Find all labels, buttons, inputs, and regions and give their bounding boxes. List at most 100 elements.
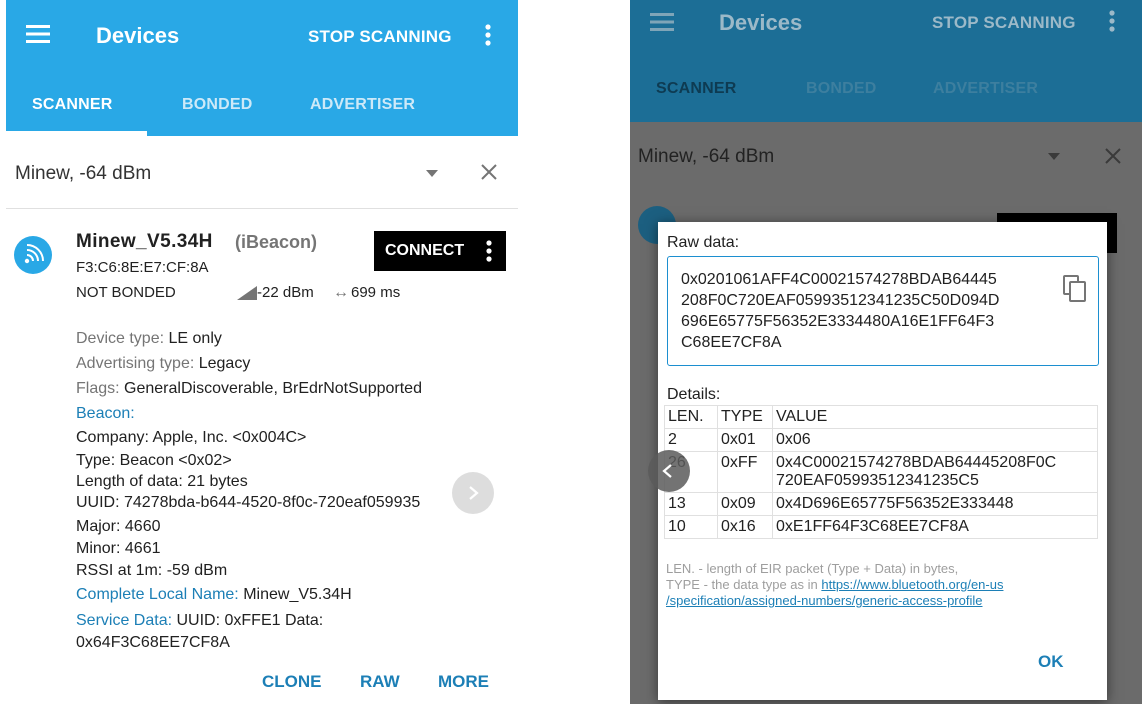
- advertising-interval: 699 ms: [351, 284, 401, 301]
- value: GeneralDiscoverable, BrEdrNotSupported: [124, 380, 422, 397]
- spec-link-continued[interactable]: /specification/assigned-numbers/generic-…: [666, 593, 982, 608]
- app-bar: Devices STOP SCANNING SCANNER BONDED ADV…: [630, 0, 1142, 136]
- label: Advertising type:: [76, 355, 195, 372]
- device-address: F3:C6:8E:E7:CF:8A: [76, 259, 209, 276]
- raw-data-text: 0x0201061AFF4C00021574278BDAB64445 208F0…: [681, 269, 999, 353]
- label: Flags:: [76, 380, 120, 397]
- company-row: Company: Apple, Inc. <0x004C>: [76, 429, 307, 446]
- advertising-type-row: Advertising type: Legacy: [76, 355, 250, 373]
- table-row: 10 0x16 0xE1FF64F3C68EE7CF8A: [664, 515, 1098, 539]
- connect-button-label: CONNECT: [385, 242, 465, 259]
- tab-scanner[interactable]: SCANNER: [656, 80, 737, 98]
- bond-state: NOT BONDED: [76, 284, 176, 301]
- table-row: 2 0x01 0x06: [664, 428, 1098, 452]
- raw-line: 208F0C720EAF05993512341235C50D094D: [681, 292, 1000, 309]
- value-line: 720EAF05993512341235C5: [776, 472, 979, 489]
- overflow-menu-icon[interactable]: [485, 24, 491, 46]
- beacon-header: Beacon:: [76, 405, 135, 422]
- table-row: 26 0xFF 0x4C00021574278BDAB64445208F0C72…: [664, 451, 1098, 493]
- value: Minew_V5.34H: [243, 586, 352, 603]
- service-data-value: 0x64F3C68EE7CF8A: [76, 634, 230, 651]
- len-cell: 10: [664, 515, 718, 539]
- details-table: LEN. TYPE VALUE 2 0x01 0x06 26 0xFF 0x4C…: [664, 405, 1098, 539]
- close-filter-icon[interactable]: [1104, 147, 1122, 165]
- previous-page-button[interactable]: [648, 450, 690, 492]
- tab-advertiser[interactable]: ADVERTISER: [310, 96, 415, 114]
- chevron-left-icon: [662, 464, 672, 478]
- ok-button[interactable]: OK: [1038, 652, 1064, 672]
- raw-line: 696E65775F56352E3334480A16E1FF64F3: [681, 313, 995, 330]
- table-row: 13 0x09 0x4D696E65775F56352E333448: [664, 492, 1098, 516]
- label: Device type:: [76, 330, 165, 347]
- filter-summary[interactable]: Minew, -64 dBm: [15, 163, 151, 185]
- label: Service Data:: [76, 612, 173, 629]
- left-screen: Devices STOP SCANNING SCANNER BONDED ADV…: [6, 0, 518, 704]
- value-cell: 0xE1FF64F3C68EE7CF8A: [772, 515, 1098, 539]
- legend-note: LEN. - length of EIR packet (Type + Data…: [666, 561, 1003, 609]
- type-cell: 0x16: [717, 515, 773, 539]
- tab-advertiser[interactable]: ADVERTISER: [933, 80, 1038, 98]
- details-label: Details:: [667, 386, 721, 403]
- value: LE only: [168, 330, 222, 347]
- spec-link[interactable]: https://www.bluetooth.org/en-us: [821, 577, 1003, 592]
- overflow-menu-icon[interactable]: [1109, 10, 1115, 32]
- device-type-badge: (iBeacon): [235, 232, 318, 252]
- tab-bonded[interactable]: BONDED: [806, 80, 877, 98]
- expand-dropdown-icon[interactable]: [426, 170, 438, 177]
- type-cell: 0x01: [717, 428, 773, 452]
- close-filter-icon[interactable]: [480, 163, 498, 181]
- value: UUID: 0xFFE1 Data:: [176, 612, 324, 629]
- note-line: /specification/assigned-numbers/generic-…: [666, 593, 1003, 609]
- type-cell: 0xFF: [717, 451, 773, 493]
- raw-button[interactable]: RAW: [360, 672, 400, 692]
- raw-data-label: Raw data:: [667, 234, 740, 251]
- len-cell: 13: [664, 492, 718, 516]
- interval-arrows-icon: ↔: [333, 284, 349, 301]
- chevron-right-icon: [469, 486, 479, 500]
- raw-line: C68EE7CF8A: [681, 334, 782, 351]
- data-length-row: Length of data: 21 bytes: [76, 473, 248, 490]
- column-header: LEN.: [664, 405, 718, 429]
- tab-indicator: [6, 131, 147, 136]
- beacon-signal-icon: [14, 236, 52, 274]
- stop-scanning-button[interactable]: STOP SCANNING: [932, 13, 1076, 33]
- uuid-row: UUID: 74278bda-b644-4520-8f0c-720eaf0599…: [76, 494, 421, 511]
- value: Legacy: [198, 355, 251, 372]
- filter-summary[interactable]: Minew, -64 dBm: [638, 146, 774, 168]
- device-menu-icon[interactable]: [486, 240, 492, 262]
- note-prefix: TYPE - the data type as in: [666, 577, 822, 592]
- connect-button[interactable]: CONNECT: [374, 231, 506, 271]
- raw-data-field[interactable]: 0x0201061AFF4C00021574278BDAB64445 208F0…: [667, 256, 1099, 366]
- value-cell: 0x06: [772, 428, 1098, 452]
- major-row: Major: 4660: [76, 518, 161, 535]
- next-page-button[interactable]: [452, 472, 494, 514]
- stop-scanning-button[interactable]: STOP SCANNING: [308, 27, 452, 47]
- expand-dropdown-icon[interactable]: [1048, 153, 1060, 160]
- more-button[interactable]: MORE: [438, 672, 489, 692]
- device-name: Minew_V5.34H: [76, 231, 213, 252]
- label: Complete Local Name:: [76, 586, 239, 603]
- tab-bonded[interactable]: BONDED: [182, 96, 253, 114]
- len-cell: 2: [664, 428, 718, 452]
- raw-line: 0x0201061AFF4C00021574278BDAB64445: [681, 271, 997, 288]
- clone-button[interactable]: CLONE: [262, 672, 322, 692]
- type-cell: 0x09: [717, 492, 773, 516]
- beacon-type-row: Type: Beacon <0x02>: [76, 452, 232, 469]
- minor-row: Minor: 4661: [76, 540, 161, 557]
- raw-data-dialog: Raw data: 0x0201061AFF4C00021574278BDAB6…: [658, 222, 1107, 700]
- signal-strength-icon: [237, 286, 257, 300]
- column-header: VALUE: [772, 405, 1098, 429]
- local-name-row: Complete Local Name: Minew_V5.34H: [76, 586, 352, 604]
- tab-scanner[interactable]: SCANNER: [32, 96, 113, 114]
- value-cell: 0x4D696E65775F56352E333448: [772, 492, 1098, 516]
- table-header: LEN. TYPE VALUE: [664, 405, 1098, 429]
- page-title: Devices: [96, 23, 180, 48]
- flags-row: Flags: GeneralDiscoverable, BrEdrNotSupp…: [76, 380, 422, 398]
- app-bar: Devices STOP SCANNING SCANNER BONDED ADV…: [6, 0, 518, 136]
- copy-icon[interactable]: [1063, 275, 1087, 303]
- service-data-row: Service Data: UUID: 0xFFE1 Data:: [76, 612, 323, 630]
- rssi-1m-row: RSSI at 1m: -59 dBm: [76, 562, 228, 579]
- menu-icon[interactable]: [650, 12, 674, 32]
- device-type-row: Device type: LE only: [76, 330, 222, 348]
- menu-icon[interactable]: [26, 24, 50, 44]
